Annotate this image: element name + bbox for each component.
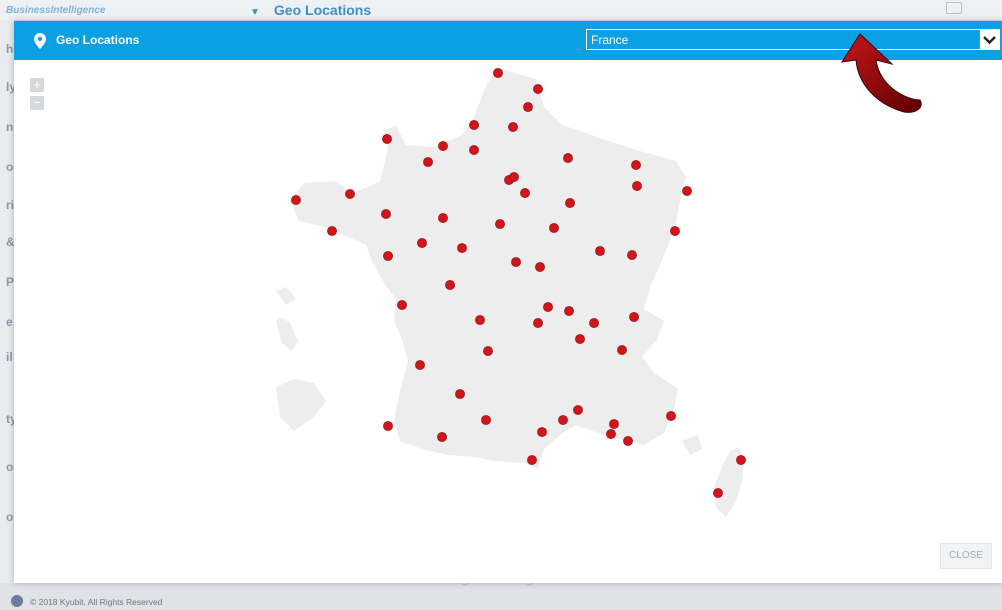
city-marker[interactable] xyxy=(345,189,355,199)
city-marker[interactable] xyxy=(533,318,543,328)
city-marker[interactable] xyxy=(495,219,505,229)
city-marker[interactable] xyxy=(327,226,337,236)
city-marker[interactable] xyxy=(423,157,433,167)
city-marker[interactable] xyxy=(549,223,559,233)
city-marker[interactable] xyxy=(417,238,427,248)
city-marker[interactable] xyxy=(682,186,692,196)
curved-arrow-icon xyxy=(840,33,922,113)
city-marker[interactable] xyxy=(527,455,537,465)
city-marker[interactable] xyxy=(666,411,676,421)
city-marker[interactable] xyxy=(627,250,637,260)
city-marker[interactable] xyxy=(381,209,391,219)
footer-copyright: © 2018 Kyubit, All Rights Reserved xyxy=(30,597,163,607)
city-marker[interactable] xyxy=(609,419,619,429)
city-marker[interactable] xyxy=(535,262,545,272)
city-marker[interactable] xyxy=(736,455,746,465)
city-marker[interactable] xyxy=(573,405,583,415)
city-marker[interactable] xyxy=(455,389,465,399)
city-marker[interactable] xyxy=(563,153,573,163)
city-marker[interactable] xyxy=(383,421,393,431)
background-page-title: ▼ Geo Locations xyxy=(250,2,372,18)
city-marker[interactable] xyxy=(475,315,485,325)
city-marker[interactable] xyxy=(509,172,519,182)
atlantic-island-shape xyxy=(682,435,702,455)
france-mainland-shape xyxy=(290,67,686,469)
city-marker[interactable] xyxy=(523,102,533,112)
background-window-button xyxy=(946,2,962,14)
city-marker[interactable] xyxy=(670,226,680,236)
city-marker[interactable] xyxy=(481,415,491,425)
city-marker[interactable] xyxy=(564,306,574,316)
city-marker[interactable] xyxy=(397,300,407,310)
city-marker[interactable] xyxy=(623,436,633,446)
city-marker[interactable] xyxy=(537,427,547,437)
city-marker[interactable] xyxy=(437,432,447,442)
background-sidebar: h ly nl o ri & Pe il ty o o xyxy=(0,20,17,590)
atlantic-island-shape xyxy=(276,317,298,351)
kyubit-logo-icon xyxy=(11,595,23,607)
close-button[interactable]: CLOSE xyxy=(940,543,992,569)
city-marker[interactable] xyxy=(438,141,448,151)
city-marker[interactable] xyxy=(606,429,616,439)
city-marker[interactable] xyxy=(457,243,467,253)
city-marker[interactable] xyxy=(469,120,479,130)
city-marker[interactable] xyxy=(543,302,553,312)
city-marker[interactable] xyxy=(511,257,521,267)
background-header: BusinessIntelligence ▼ Geo Locations xyxy=(0,0,1002,20)
zoom-in-button[interactable]: + xyxy=(30,78,44,92)
city-marker[interactable] xyxy=(291,195,301,205)
city-marker[interactable] xyxy=(631,160,641,170)
city-marker[interactable] xyxy=(383,251,393,261)
city-marker[interactable] xyxy=(483,346,493,356)
city-marker[interactable] xyxy=(493,68,503,78)
city-marker[interactable] xyxy=(565,198,575,208)
city-marker[interactable] xyxy=(438,213,448,223)
atlantic-island-shape xyxy=(276,379,326,431)
zoom-out-button[interactable]: − xyxy=(30,96,44,110)
city-marker[interactable] xyxy=(469,145,479,155)
atlantic-island-shape xyxy=(276,287,296,305)
city-marker[interactable] xyxy=(382,134,392,144)
city-marker[interactable] xyxy=(589,318,599,328)
city-marker[interactable] xyxy=(558,415,568,425)
city-marker[interactable] xyxy=(415,360,425,370)
brand-logo-text: BusinessIntelligence xyxy=(6,5,106,16)
city-marker[interactable] xyxy=(520,188,530,198)
city-marker[interactable] xyxy=(595,246,605,256)
city-marker[interactable] xyxy=(508,122,518,132)
city-marker[interactable] xyxy=(445,280,455,290)
city-marker[interactable] xyxy=(629,312,639,322)
city-marker[interactable] xyxy=(713,488,723,498)
city-marker[interactable] xyxy=(632,181,642,191)
city-marker[interactable] xyxy=(617,345,627,355)
city-marker[interactable] xyxy=(575,334,585,344)
city-marker[interactable] xyxy=(533,84,543,94)
background-footer: © 2018 Kyubit, All Rights Reserved Find … xyxy=(0,574,1002,610)
